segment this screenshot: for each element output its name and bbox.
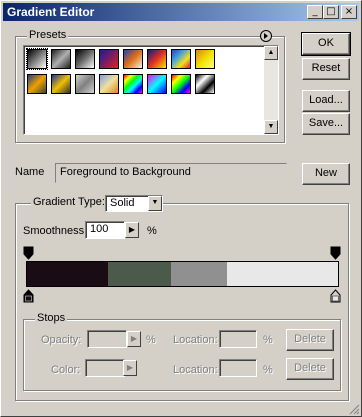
gradient-preview-bar[interactable] [26, 261, 339, 287]
reset-button[interactable]: Reset [302, 58, 350, 80]
preset-swatch[interactable] [51, 74, 71, 94]
gradient-segment [227, 262, 338, 286]
preset-swatch[interactable] [123, 74, 143, 94]
smoothness-value: 100 [90, 223, 109, 235]
opacity-location-unit: % [263, 334, 273, 346]
chevron-down-icon[interactable]: ▼ [148, 196, 162, 211]
preset-swatch[interactable] [171, 49, 191, 69]
resize-grip-icon[interactable] [348, 403, 360, 415]
preset-swatch[interactable] [147, 49, 167, 69]
color-stop-right[interactable] [330, 289, 341, 303]
title-bar[interactable]: Gradient Editor _ □ × [3, 3, 359, 21]
opacity-unit: % [146, 334, 156, 346]
preset-swatch[interactable] [195, 49, 215, 69]
preset-swatch[interactable] [75, 49, 95, 69]
preset-swatch[interactable] [99, 74, 119, 94]
preset-swatch[interactable] [51, 49, 71, 69]
presets-swatches [24, 46, 264, 132]
window-title: Gradient Editor [7, 5, 95, 19]
opacity-stop-right[interactable] [330, 246, 341, 260]
color-arrow-icon[interactable]: ▶ [123, 360, 137, 376]
new-button[interactable]: New [302, 163, 350, 185]
preset-swatch[interactable] [147, 74, 167, 94]
opacity-label: Opacity: [41, 334, 82, 346]
preset-swatch[interactable] [123, 49, 143, 69]
color-label: Color: [51, 364, 81, 376]
preset-swatch[interactable] [27, 74, 47, 94]
smoothness-unit: % [147, 225, 157, 237]
preset-swatch[interactable] [26, 48, 48, 70]
minimize-icon[interactable]: _ [307, 5, 323, 19]
smoothness-field[interactable]: 100 [85, 221, 125, 239]
name-field[interactable]: Foreground to Background [55, 163, 287, 183]
color-delete-button[interactable]: Delete [286, 358, 334, 380]
presets-legend: Presets [27, 29, 69, 41]
color-stop-left[interactable] [23, 289, 34, 303]
ok-button[interactable]: OK [301, 32, 351, 56]
stops-legend: Stops [35, 312, 68, 324]
opacity-stop-left[interactable] [23, 246, 34, 260]
maximize-icon[interactable]: □ [323, 5, 339, 19]
scroll-up-icon[interactable]: ▲ [264, 46, 278, 60]
circle-arrow-icon[interactable] [259, 29, 273, 43]
color-location-field[interactable] [219, 359, 257, 377]
preset-swatch[interactable] [99, 49, 119, 69]
gradient-segment [171, 262, 227, 286]
opacity-location-label: Location: [173, 334, 218, 346]
name-label: Name [15, 166, 45, 178]
color-location-label: Location: [173, 364, 218, 376]
color-location-unit: % [263, 364, 273, 376]
close-icon[interactable]: × [341, 5, 357, 19]
gradient-segment [27, 262, 108, 286]
save-button[interactable]: Save... [302, 113, 350, 135]
preset-swatch[interactable] [195, 74, 215, 94]
scroll-down-icon[interactable]: ▼ [264, 120, 278, 134]
name-field-value: Foreground to Background [60, 166, 191, 178]
opacity-delete-button[interactable]: Delete [286, 329, 334, 351]
gradient-editor-window: Gradient Editor _ □ × Presets ▲ ▼ OK Res… [0, 0, 362, 417]
opacity-field[interactable] [87, 330, 127, 348]
preset-swatch[interactable] [75, 74, 95, 94]
gradient-type-value: Solid [110, 197, 135, 209]
opacity-location-field[interactable] [219, 330, 257, 348]
preset-swatch[interactable] [171, 74, 191, 94]
smoothness-arrow-icon[interactable]: ▶ [125, 222, 139, 238]
opacity-arrow-icon[interactable]: ▶ [127, 331, 141, 347]
gradient-type-select[interactable]: Solid ▼ [105, 195, 163, 212]
gradient-type-label: Gradient Type: [31, 196, 107, 208]
color-swatch-field[interactable] [85, 359, 125, 377]
load-button[interactable]: Load... [302, 90, 350, 112]
presets-list: ▲ ▼ [23, 45, 279, 135]
presets-scrollbar[interactable]: ▲ ▼ [264, 46, 278, 134]
smoothness-label: Smoothness: [23, 225, 88, 237]
gradient-segment [108, 262, 171, 286]
